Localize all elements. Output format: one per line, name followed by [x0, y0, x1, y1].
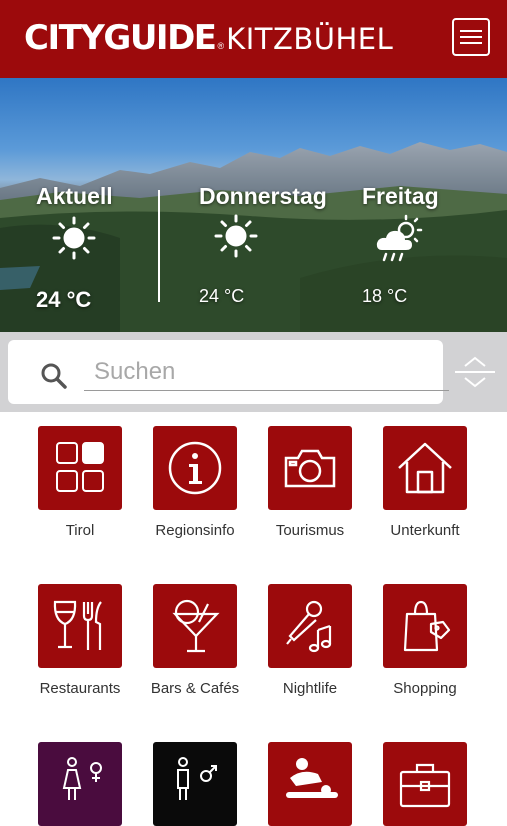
category-label-bars-cafes: Bars & Cafés: [150, 680, 240, 697]
category-tile-tourismus[interactable]: [268, 426, 352, 510]
category-tile-regionsinfo[interactable]: [153, 426, 237, 510]
weather-divider: [158, 190, 160, 302]
tiles-icon: [56, 442, 104, 492]
category-label-nightlife: Nightlife: [282, 680, 338, 697]
camera-icon: [284, 449, 336, 488]
category-tile-wellness[interactable]: [268, 742, 352, 826]
weather-day1-temp: 24 °C: [199, 286, 245, 306]
category-tile-nightlife[interactable]: [268, 584, 352, 668]
cocktail-icon: [172, 599, 220, 653]
weather-day2-label: Freitag: [362, 183, 439, 209]
category-label-regionsinfo: Regionsinfo: [155, 522, 235, 539]
wine-cutlery-icon: [53, 600, 102, 650]
weather-current-temp: 24 °C: [36, 287, 92, 312]
app-header: CITYGUIDE ® KITZBÜHEL: [0, 0, 507, 78]
shopping-bag-icon: [403, 600, 451, 652]
search-bar: [0, 332, 507, 412]
category-tile-female[interactable]: [38, 742, 122, 826]
search-box: [8, 340, 449, 404]
weather-current-label: Aktuell: [36, 183, 113, 209]
chevron-up-down-icon[interactable]: [455, 354, 495, 390]
category-tile-unterkunft[interactable]: [383, 426, 467, 510]
category-label-tirol: Tirol: [65, 522, 95, 539]
app-logo[interactable]: CITYGUIDE ® KITZBÜHEL: [24, 18, 393, 60]
house-icon: [398, 442, 452, 494]
weather-day1-label: Donnerstag: [199, 183, 327, 209]
microphone-music-icon: [286, 600, 332, 653]
male-icon: [177, 757, 217, 800]
hamburger-menu-icon[interactable]: [452, 18, 490, 56]
briefcase-icon: [399, 763, 451, 808]
sun-icon: [52, 216, 96, 260]
category-label-restaurants: Restaurants: [39, 680, 121, 697]
category-label-unterkunft: Unterkunft: [390, 522, 460, 539]
category-tile-restaurants[interactable]: [38, 584, 122, 668]
category-tile-male[interactable]: [153, 742, 237, 826]
category-tile-tirol[interactable]: [38, 426, 122, 510]
massage-icon: [286, 758, 338, 798]
category-tile-business[interactable]: [383, 742, 467, 826]
category-tile-shopping[interactable]: [383, 584, 467, 668]
weather-day2-temp: 18 °C: [362, 286, 408, 306]
cloud-sun-rain-icon: [376, 214, 423, 262]
logo-registered: ®: [217, 41, 225, 51]
search-icon[interactable]: [40, 362, 68, 390]
category-tile-bars-cafes[interactable]: [153, 584, 237, 668]
category-label-shopping: Shopping: [393, 680, 457, 697]
search-input[interactable]: [84, 358, 449, 391]
category-label-tourismus: Tourismus: [275, 522, 345, 539]
sun-icon: [214, 214, 258, 258]
female-icon: [62, 757, 102, 800]
info-icon: [168, 441, 222, 495]
logo-brand: CITYGUIDE: [24, 18, 217, 58]
logo-city: KITZBÜHEL: [226, 22, 394, 56]
